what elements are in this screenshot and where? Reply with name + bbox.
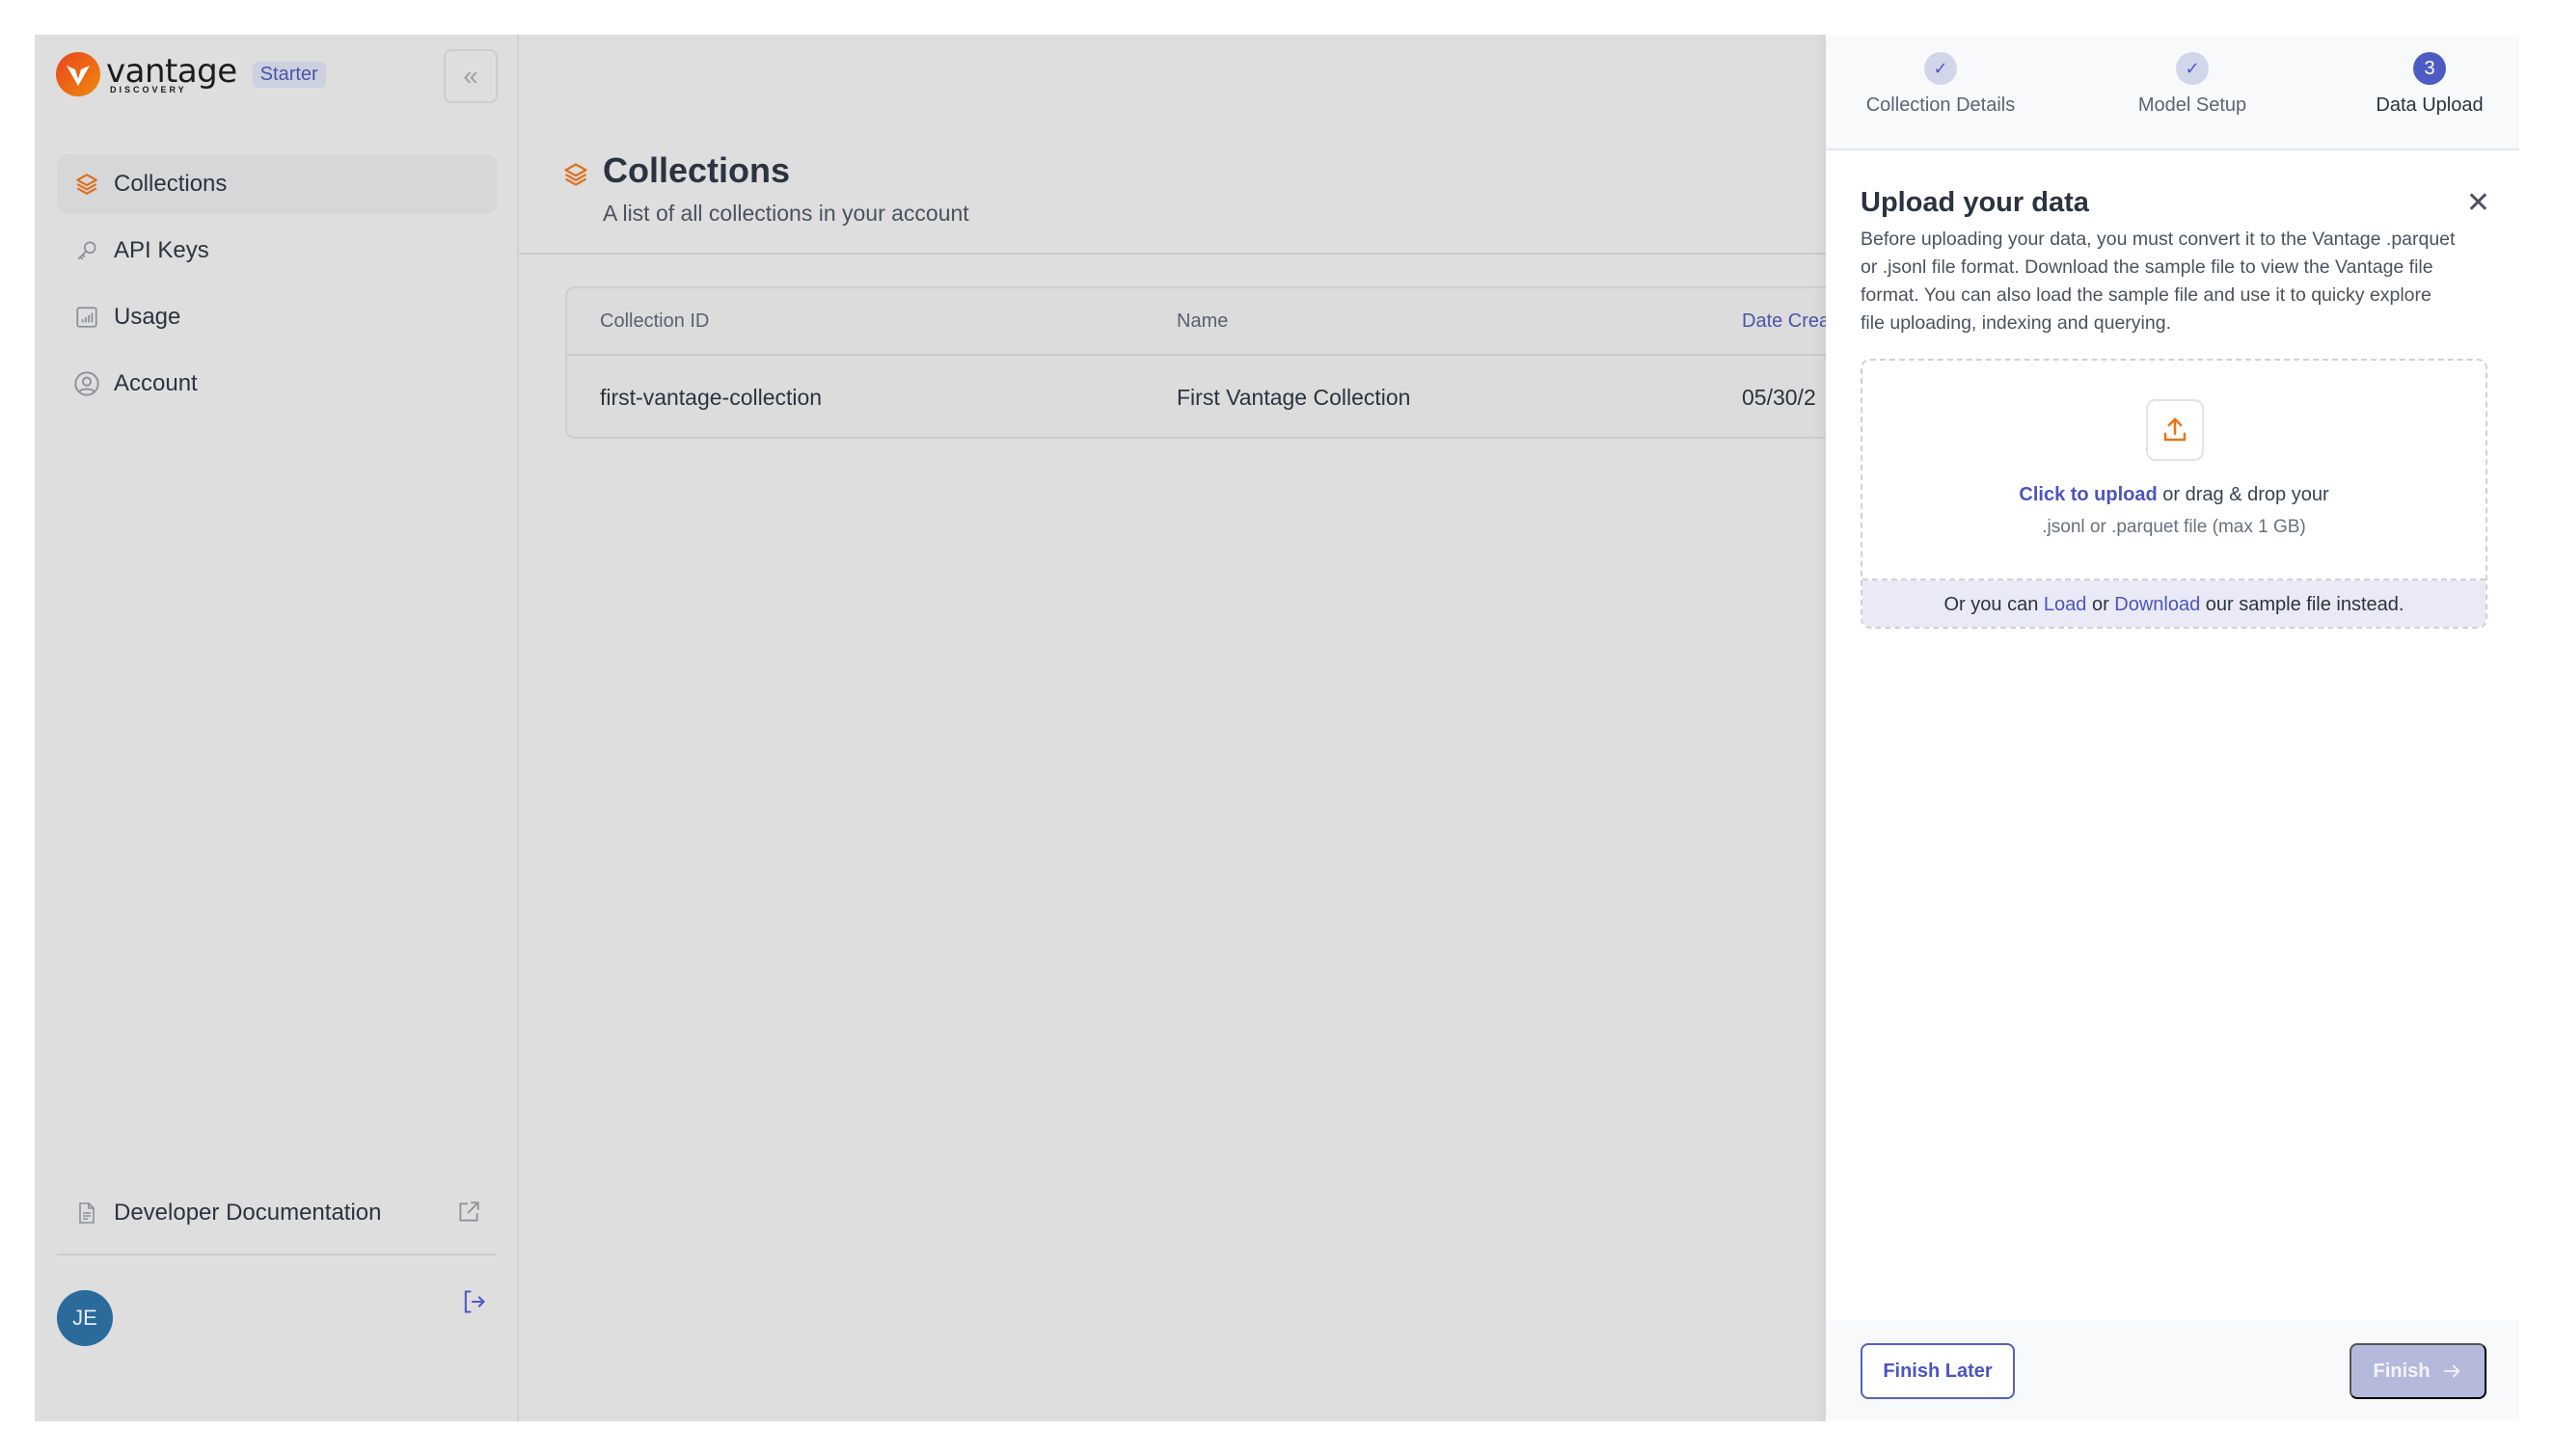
drag-drop-text: or drag & drop your	[2157, 484, 2329, 505]
page-subtitle: A list of all collections in your accoun…	[603, 201, 969, 226]
cell-date-created: 05/30/2	[1742, 384, 1816, 410]
sample-or-text: or	[2086, 593, 2115, 615]
load-sample-link[interactable]: Load	[2044, 594, 2087, 616]
finish-later-button[interactable]: Finish Later	[1861, 1343, 2015, 1399]
panel-title: Upload your data	[1861, 187, 2089, 218]
table-row[interactable]: first-vantage-collection First Vantage C…	[567, 356, 1914, 437]
sidebar-item-account[interactable]: Account	[57, 354, 497, 414]
cell-name: First Vantage Collection	[1177, 384, 1411, 410]
sample-file-bar: Or you can Load or Download our sample f…	[1862, 580, 2486, 627]
collapse-sidebar-button[interactable]: «	[444, 49, 498, 103]
stepper: ✓ Collection Details ✓ Model Setup 3 Dat…	[1826, 35, 2519, 150]
sample-suffix-text: our sample file instead.	[2200, 593, 2405, 615]
collections-table: Collection ID Name Date Crea first-vanta…	[565, 286, 1916, 439]
sidebar-item-label: Collections	[114, 171, 228, 197]
sidebar-item-collections[interactable]: Collections	[57, 154, 497, 214]
main-content: Collections A list of all collections in…	[519, 35, 2519, 1421]
check-icon: ✓	[1924, 52, 1957, 85]
key-icon	[73, 237, 100, 264]
step-data-upload[interactable]: 3 Data Upload	[2372, 52, 2487, 117]
sidebar-item-label: Account	[114, 370, 198, 396]
panel-description: Before uploading your data, you must con…	[1861, 229, 2456, 334]
arrow-right-icon	[2444, 1364, 2461, 1378]
bar-chart-icon	[73, 304, 100, 331]
developer-documentation-link[interactable]: Developer Documentation	[57, 1182, 497, 1244]
file-hint: .jsonl or .parquet file (max 1 GB)	[2042, 517, 2306, 537]
brand-subtitle: DISCOVERY	[110, 84, 187, 94]
column-header-date-created[interactable]: Date Crea	[1742, 310, 1830, 333]
vantage-logo-icon	[56, 52, 100, 96]
step-label: Model Setup	[2137, 94, 2247, 116]
finish-button-label: Finish	[2373, 1360, 2431, 1382]
check-icon: ✓	[2176, 52, 2209, 85]
external-link-icon	[456, 1200, 481, 1231]
document-icon	[73, 1200, 100, 1227]
plan-badge: Starter	[252, 61, 326, 88]
developer-documentation-label: Developer Documentation	[114, 1200, 382, 1226]
sidebar: vantage DISCOVERY Starter « Collections …	[35, 35, 519, 1421]
create-collection-panel: ✓ Collection Details ✓ Model Setup 3 Dat…	[1826, 35, 2519, 1421]
panel-footer: Finish Later Finish	[1826, 1320, 2519, 1421]
table-header: Collection ID Name Date Crea	[567, 288, 1914, 356]
cell-collection-id: first-vantage-collection	[600, 384, 823, 410]
sidebar-item-api-keys[interactable]: API Keys	[57, 221, 497, 281]
layers-icon	[562, 160, 589, 194]
step-number: 3	[2413, 52, 2446, 85]
page-title: Collections	[603, 150, 791, 190]
brand-logo[interactable]: vantage DISCOVERY Starter	[56, 52, 326, 96]
column-header-name[interactable]: Name	[1177, 310, 1228, 333]
app-frame: vantage DISCOVERY Starter « Collections …	[35, 35, 2519, 1421]
logout-icon[interactable]	[460, 1288, 487, 1320]
finish-button[interactable]: Finish	[2350, 1343, 2486, 1399]
sample-prefix-text: Or you can	[1943, 593, 2044, 615]
step-label: Data Upload	[2376, 94, 2484, 116]
brand-name: vantage	[106, 51, 237, 91]
double-chevron-left-icon: «	[463, 61, 478, 91]
close-icon[interactable]: ✕	[2466, 189, 2490, 218]
file-dropzone[interactable]: Click to upload or drag & drop your .jso…	[1861, 359, 2487, 629]
user-circle-icon	[73, 370, 100, 397]
click-to-upload-link[interactable]: Click to upload	[2019, 484, 2157, 505]
layers-icon	[73, 171, 100, 198]
sidebar-item-usage[interactable]: Usage	[57, 287, 497, 347]
step-model-setup[interactable]: ✓ Model Setup	[2134, 52, 2250, 117]
step-collection-details[interactable]: ✓ Collection Details	[1859, 52, 2023, 117]
sidebar-item-label: Usage	[114, 304, 181, 330]
step-label: Collection Details	[1865, 94, 2016, 116]
sidebar-nav: Collections API Keys Usage Account	[57, 154, 497, 420]
column-header-collection-id[interactable]: Collection ID	[600, 310, 709, 333]
sidebar-item-label: API Keys	[114, 237, 209, 263]
user-avatar[interactable]: JE	[57, 1290, 113, 1346]
upload-icon	[2146, 399, 2204, 461]
download-sample-link[interactable]: Download	[2114, 594, 2200, 616]
